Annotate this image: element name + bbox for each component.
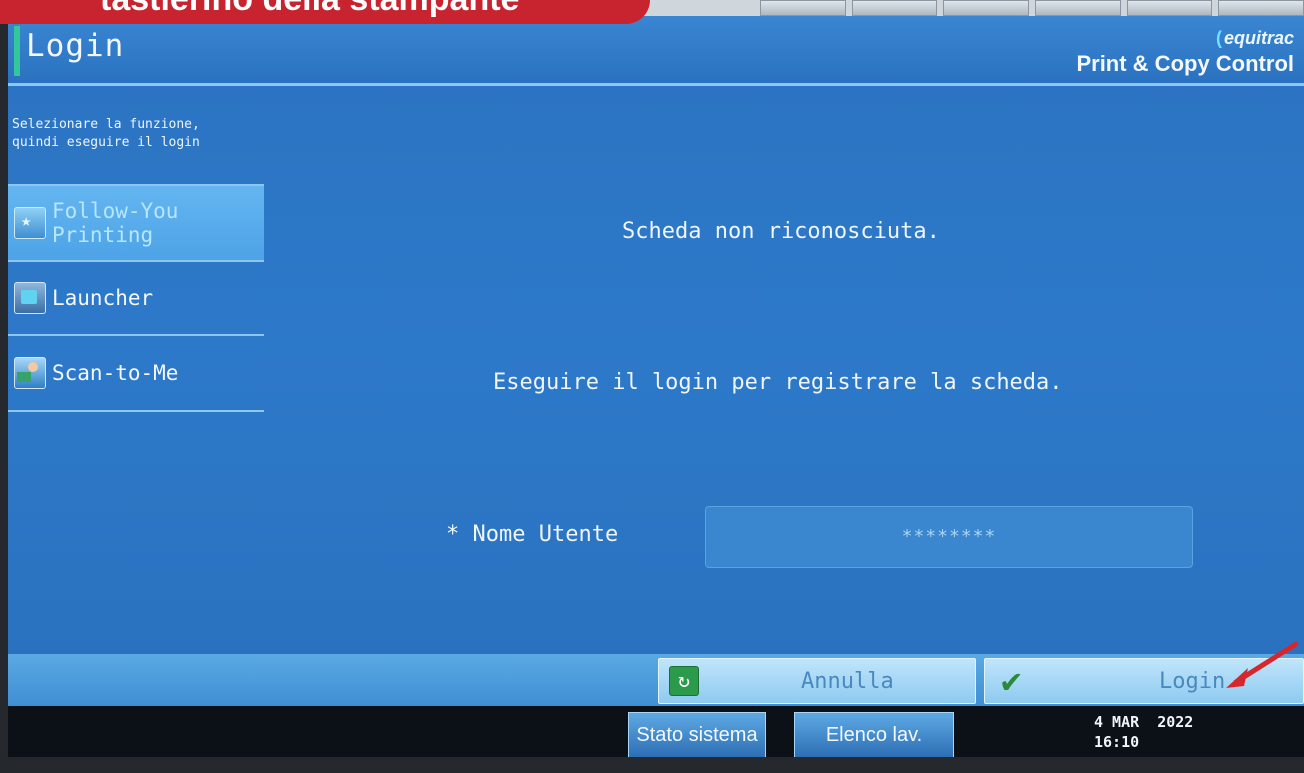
brand-name: equitrac <box>1223 28 1294 48</box>
scan-to-me-icon <box>14 357 46 389</box>
username-label: * Nome Utente <box>446 522 619 547</box>
sidebar-item-label: Scan-to-Me <box>52 361 179 385</box>
sidebar-item-scan-to-me[interactable]: Scan-to-Me <box>8 336 264 412</box>
title-marker <box>14 26 20 76</box>
hardware-key[interactable] <box>760 0 846 16</box>
time-text: 16:10 <box>1094 733 1140 751</box>
job-list-button[interactable]: Elenco lav. <box>794 712 954 757</box>
hardware-key[interactable] <box>851 0 938 16</box>
action-bar: ↻ Annulla ✔ Login <box>8 654 1304 706</box>
function-sidebar: Selezionare la funzione, quindi eseguire… <box>8 116 264 412</box>
cancel-button-label: Annulla <box>801 668 894 694</box>
launcher-icon <box>14 282 46 314</box>
equitrac-swirl-icon: ( <box>1215 28 1222 48</box>
sidebar-item-label: Follow-You Printing <box>52 199 179 247</box>
system-status-button[interactable]: Stato sistema <box>628 712 766 757</box>
login-button[interactable]: ✔ Login <box>984 658 1304 704</box>
username-field[interactable]: ******** <box>705 506 1193 568</box>
cancel-button[interactable]: ↻ Annulla <box>658 658 976 704</box>
date-text: 4 MAR 2022 <box>1094 713 1194 731</box>
sidebar-item-label: Launcher <box>52 286 154 310</box>
brand-logo: (equitrac Print & Copy Control <box>1076 28 1294 77</box>
sidebar-item-follow-you-printing[interactable]: Follow-You Printing <box>8 184 264 262</box>
checkmark-icon: ✔ <box>1001 661 1022 701</box>
hardware-key[interactable] <box>1035 0 1121 16</box>
date-time-display: 4 MAR 2022 16:10 <box>1094 712 1193 752</box>
hardware-key[interactable] <box>1218 0 1304 16</box>
refresh-icon: ↻ <box>669 666 699 696</box>
brand-product: Print & Copy Control <box>1076 51 1294 76</box>
status-bar: Stato sistema Elenco lav. 4 MAR 2022 16:… <box>8 706 1304 757</box>
page-title: Login <box>26 28 125 64</box>
hardware-key[interactable] <box>1126 0 1213 16</box>
card-not-recognized-message: Scheda non riconosciuta. <box>622 219 940 244</box>
hardware-key[interactable] <box>943 0 1030 16</box>
sidebar-hint: Selezionare la funzione, quindi eseguire… <box>12 117 200 150</box>
sidebar-item-launcher[interactable]: Launcher <box>8 262 264 336</box>
caption-banner-text: tastierino della stampante <box>100 0 519 19</box>
follow-you-printing-icon <box>14 207 46 239</box>
login-button-label: Login <box>1159 668 1226 694</box>
caption-banner: tastierino della stampante <box>0 0 650 24</box>
touch-screen: Login (equitrac Print & Copy Control Sel… <box>8 16 1304 757</box>
hardware-keys <box>760 0 1304 16</box>
screen-header: Login (equitrac Print & Copy Control <box>8 16 1304 86</box>
login-instruction-message: Eseguire il login per registrare la sche… <box>493 370 1063 395</box>
